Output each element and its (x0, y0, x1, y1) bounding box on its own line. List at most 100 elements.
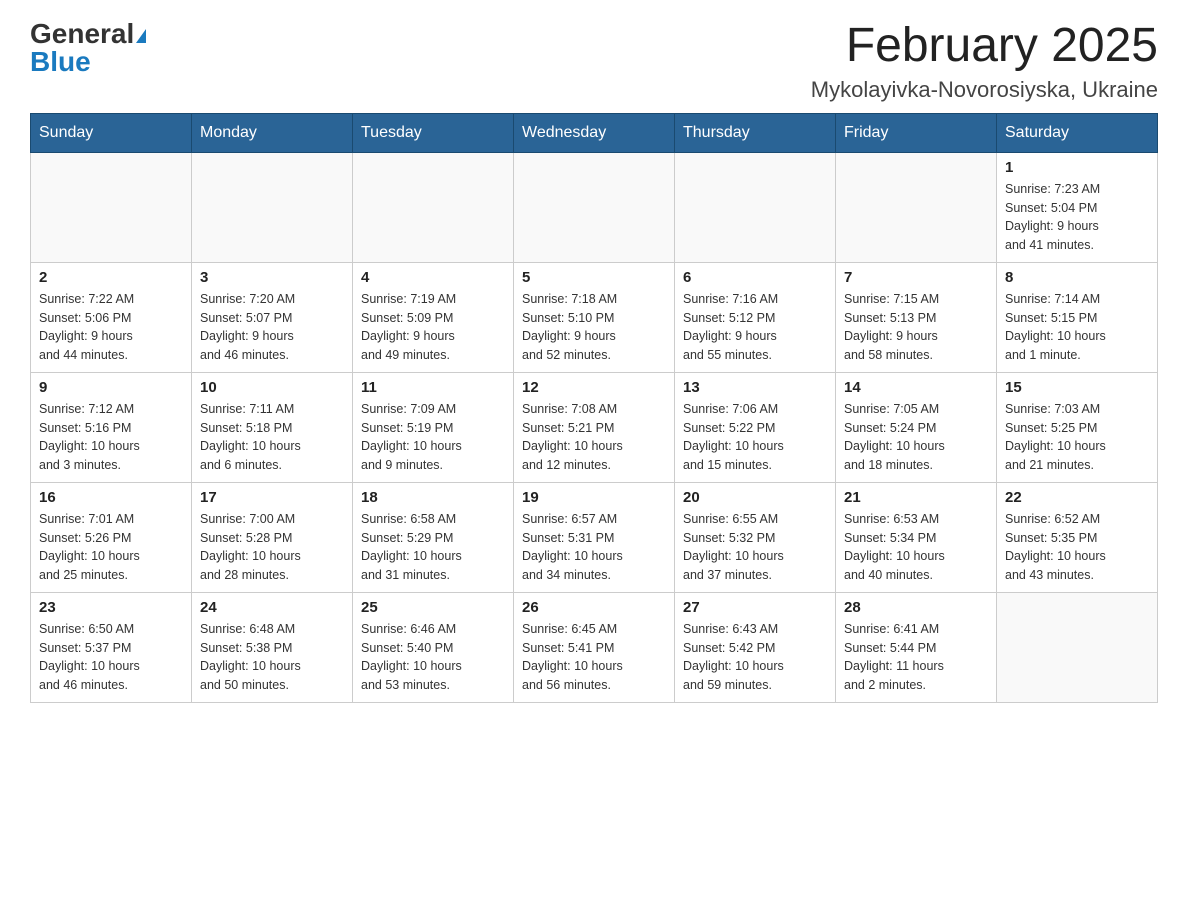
day-number: 7 (844, 269, 988, 286)
day-number: 22 (1005, 489, 1149, 506)
day-info: Sunrise: 6:41 AM Sunset: 5:44 PM Dayligh… (844, 620, 988, 695)
calendar-cell: 18Sunrise: 6:58 AM Sunset: 5:29 PM Dayli… (353, 482, 514, 592)
calendar-cell: 11 Sunrise: 7:09 AM Sunset: 5:19 PM Dayli… (353, 372, 514, 482)
day-info: Sunrise: 7:14 AM Sunset: 5:15 PM Dayligh… (1005, 290, 1149, 365)
logo-general-text: General (30, 20, 146, 48)
calendar-week-3: 9Sunrise: 7:12 AM Sunset: 5:16 PM Daylig… (31, 372, 1158, 482)
day-info: Sunrise: 7:00 AM Sunset: 5:28 PM Dayligh… (200, 510, 344, 585)
day-number: 10 (200, 379, 344, 396)
day-number: 12 (522, 379, 666, 396)
day-info: Sunrise: 7:23 AM Sunset: 5:04 PM Dayligh… (1005, 180, 1149, 255)
calendar-cell: 3 Sunrise: 7:20 AM Sunset: 5:07 PM Daylig… (192, 262, 353, 372)
day-number: 27 (683, 599, 827, 616)
logo-triangle-icon (136, 29, 146, 43)
calendar-cell: 15 Sunrise: 7:03 AM Sunset: 5:25 PM Dayli… (997, 372, 1158, 482)
day-info: Sunrise: 7:15 AM Sunset: 5:13 PM Dayligh… (844, 290, 988, 365)
day-info: Sunrise: 7:03 AM Sunset: 5:25 PM Dayligh… (1005, 400, 1149, 475)
day-number: 24 (200, 599, 344, 616)
calendar-cell: 10 Sunrise: 7:11 AM Sunset: 5:18 PM Dayli… (192, 372, 353, 482)
day-number: 16 (39, 489, 183, 506)
day-info: Sunrise: 6:45 AM Sunset: 5:41 PM Dayligh… (522, 620, 666, 695)
day-number: 8 (1005, 269, 1149, 286)
day-info: Sunrise: 6:50 AM Sunset: 5:37 PM Dayligh… (39, 620, 183, 695)
day-number: 3 (200, 269, 344, 286)
calendar-week-2: 2 Sunrise: 7:22 AM Sunset: 5:06 PM Daylig… (31, 262, 1158, 372)
day-info: Sunrise: 7:20 AM Sunset: 5:07 PM Dayligh… (200, 290, 344, 365)
calendar-week-5: 23Sunrise: 6:50 AM Sunset: 5:37 PM Dayli… (31, 592, 1158, 702)
day-number: 2 (39, 269, 183, 286)
calendar-cell: 28 Sunrise: 6:41 AM Sunset: 5:44 PM Dayli… (836, 592, 997, 702)
day-info: Sunrise: 7:06 AM Sunset: 5:22 PM Dayligh… (683, 400, 827, 475)
location-subtitle: Mykolayivka-Novorosiyska, Ukraine (811, 77, 1158, 103)
calendar-cell: 5 Sunrise: 7:18 AM Sunset: 5:10 PM Daylig… (514, 262, 675, 372)
calendar-cell: 27 Sunrise: 6:43 AM Sunset: 5:42 PM Dayli… (675, 592, 836, 702)
calendar-cell: 23Sunrise: 6:50 AM Sunset: 5:37 PM Dayli… (31, 592, 192, 702)
weekday-header-saturday: Saturday (997, 113, 1158, 152)
day-info: Sunrise: 7:08 AM Sunset: 5:21 PM Dayligh… (522, 400, 666, 475)
day-info: Sunrise: 7:01 AM Sunset: 5:26 PM Dayligh… (39, 510, 183, 585)
calendar-cell (353, 152, 514, 262)
day-info: Sunrise: 7:22 AM Sunset: 5:06 PM Dayligh… (39, 290, 183, 365)
weekday-header-tuesday: Tuesday (353, 113, 514, 152)
day-number: 1 (1005, 159, 1149, 176)
calendar-cell (836, 152, 997, 262)
day-info: Sunrise: 7:05 AM Sunset: 5:24 PM Dayligh… (844, 400, 988, 475)
day-info: Sunrise: 7:11 AM Sunset: 5:18 PM Dayligh… (200, 400, 344, 475)
calendar-table: SundayMondayTuesdayWednesdayThursdayFrid… (30, 113, 1158, 703)
day-info: Sunrise: 6:46 AM Sunset: 5:40 PM Dayligh… (361, 620, 505, 695)
day-info: Sunrise: 7:18 AM Sunset: 5:10 PM Dayligh… (522, 290, 666, 365)
weekday-header-wednesday: Wednesday (514, 113, 675, 152)
calendar-cell (192, 152, 353, 262)
calendar-cell: 2 Sunrise: 7:22 AM Sunset: 5:06 PM Daylig… (31, 262, 192, 372)
calendar-cell: 19 Sunrise: 6:57 AM Sunset: 5:31 PM Dayli… (514, 482, 675, 592)
calendar-cell: 24 Sunrise: 6:48 AM Sunset: 5:38 PM Dayli… (192, 592, 353, 702)
calendar-cell (31, 152, 192, 262)
day-info: Sunrise: 6:43 AM Sunset: 5:42 PM Dayligh… (683, 620, 827, 695)
calendar-cell: 1 Sunrise: 7:23 AM Sunset: 5:04 PM Daylig… (997, 152, 1158, 262)
calendar-cell (997, 592, 1158, 702)
title-area: February 2025 Mykolayivka-Novorosiyska, … (811, 20, 1158, 103)
calendar-cell: 13 Sunrise: 7:06 AM Sunset: 5:22 PM Dayli… (675, 372, 836, 482)
calendar-cell: 17 Sunrise: 7:00 AM Sunset: 5:28 PM Dayli… (192, 482, 353, 592)
day-info: Sunrise: 6:55 AM Sunset: 5:32 PM Dayligh… (683, 510, 827, 585)
weekday-header-sunday: Sunday (31, 113, 192, 152)
calendar-cell: 8 Sunrise: 7:14 AM Sunset: 5:15 PM Daylig… (997, 262, 1158, 372)
day-number: 20 (683, 489, 827, 506)
day-number: 26 (522, 599, 666, 616)
day-number: 25 (361, 599, 505, 616)
day-number: 19 (522, 489, 666, 506)
day-number: 11 (361, 379, 505, 396)
day-number: 4 (361, 269, 505, 286)
header: General Blue February 2025 Mykolayivka-N… (30, 20, 1158, 103)
day-number: 18 (361, 489, 505, 506)
weekday-header-row: SundayMondayTuesdayWednesdayThursdayFrid… (31, 113, 1158, 152)
day-info: Sunrise: 6:52 AM Sunset: 5:35 PM Dayligh… (1005, 510, 1149, 585)
day-info: Sunrise: 6:48 AM Sunset: 5:38 PM Dayligh… (200, 620, 344, 695)
day-info: Sunrise: 7:16 AM Sunset: 5:12 PM Dayligh… (683, 290, 827, 365)
calendar-cell: 12 Sunrise: 7:08 AM Sunset: 5:21 PM Dayli… (514, 372, 675, 482)
day-number: 15 (1005, 379, 1149, 396)
weekday-header-thursday: Thursday (675, 113, 836, 152)
calendar-cell: 16 Sunrise: 7:01 AM Sunset: 5:26 PM Dayli… (31, 482, 192, 592)
calendar-title: February 2025 (811, 20, 1158, 73)
day-number: 5 (522, 269, 666, 286)
day-number: 28 (844, 599, 988, 616)
calendar-cell: 25 Sunrise: 6:46 AM Sunset: 5:40 PM Dayli… (353, 592, 514, 702)
calendar-cell: 9Sunrise: 7:12 AM Sunset: 5:16 PM Daylig… (31, 372, 192, 482)
day-info: Sunrise: 7:09 AM Sunset: 5:19 PM Dayligh… (361, 400, 505, 475)
calendar-cell: 21 Sunrise: 6:53 AM Sunset: 5:34 PM Dayli… (836, 482, 997, 592)
calendar-cell: 20 Sunrise: 6:55 AM Sunset: 5:32 PM Dayli… (675, 482, 836, 592)
day-info: Sunrise: 6:53 AM Sunset: 5:34 PM Dayligh… (844, 510, 988, 585)
day-number: 17 (200, 489, 344, 506)
day-number: 21 (844, 489, 988, 506)
day-info: Sunrise: 6:57 AM Sunset: 5:31 PM Dayligh… (522, 510, 666, 585)
day-number: 13 (683, 379, 827, 396)
day-number: 14 (844, 379, 988, 396)
weekday-header-friday: Friday (836, 113, 997, 152)
day-number: 6 (683, 269, 827, 286)
calendar-cell: 7 Sunrise: 7:15 AM Sunset: 5:13 PM Daylig… (836, 262, 997, 372)
calendar-cell (675, 152, 836, 262)
logo-blue-text: Blue (30, 48, 146, 76)
calendar-cell: 22 Sunrise: 6:52 AM Sunset: 5:35 PM Dayli… (997, 482, 1158, 592)
calendar-cell: 14 Sunrise: 7:05 AM Sunset: 5:24 PM Dayli… (836, 372, 997, 482)
